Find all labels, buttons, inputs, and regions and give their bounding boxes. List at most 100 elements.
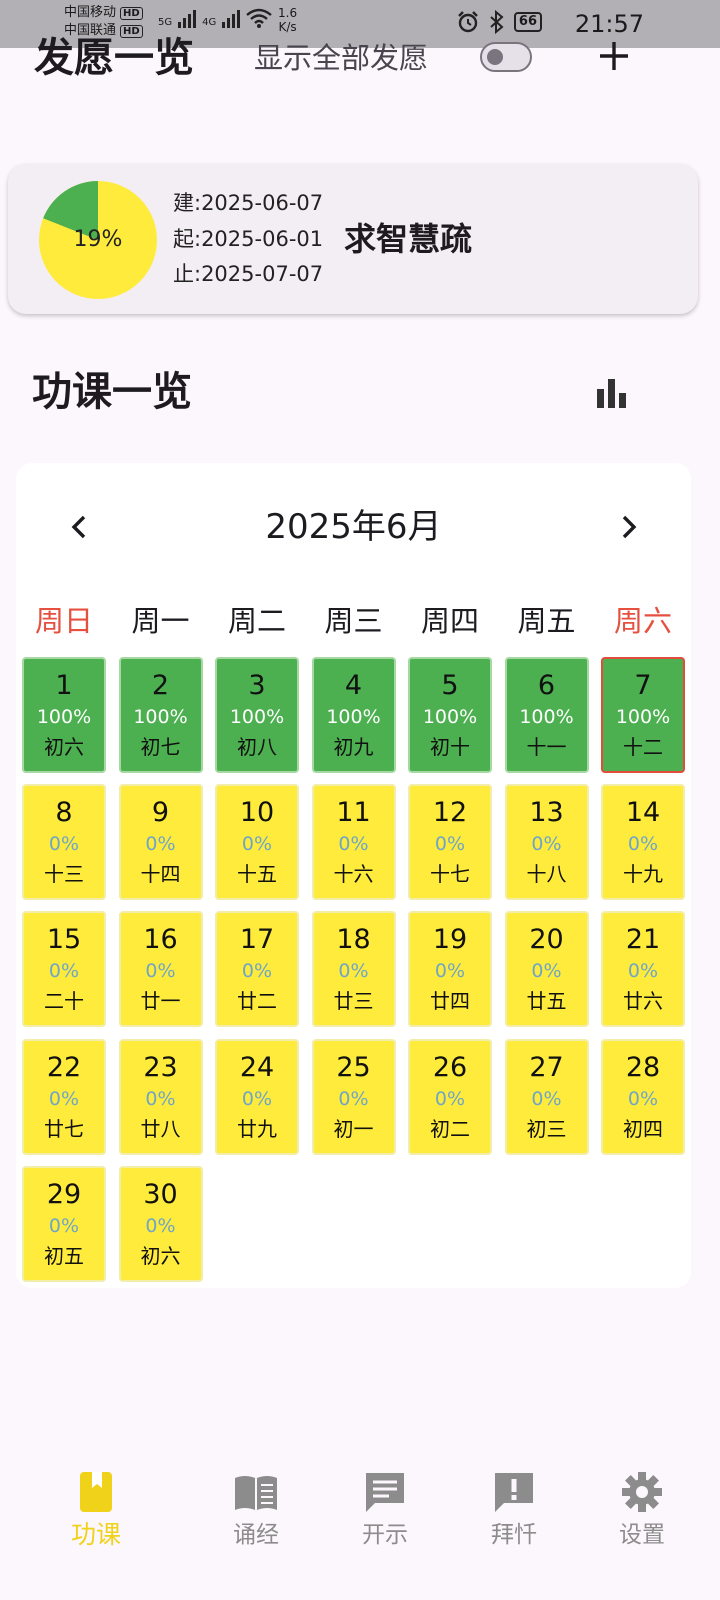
day-percent: 0%: [241, 833, 273, 855]
calendar-day[interactable]: 26 0% 初二: [408, 1039, 492, 1155]
lunar-date: 十三: [44, 862, 84, 886]
calendar-day[interactable]: 29 0% 初五: [22, 1166, 106, 1282]
calendar-day[interactable]: 21 0% 廿六: [601, 911, 685, 1027]
day-percent: 0%: [338, 960, 369, 982]
calendar-day[interactable]: 10 0% 十五: [215, 784, 299, 900]
calendar-day[interactable]: 22 0% 廿七: [22, 1039, 106, 1155]
day-number: 14: [625, 797, 661, 828]
page-title: 发愿一览: [34, 35, 194, 81]
day-percent: 0%: [434, 1088, 466, 1110]
lunar-date: 十八: [526, 862, 567, 886]
day-number: 27: [529, 1052, 564, 1083]
nav-item-settings[interactable]: 设置: [572, 1456, 712, 1566]
lunar-date: 十九: [623, 862, 663, 886]
nav-item-sutra[interactable]: 诵经: [186, 1456, 326, 1566]
open-book-icon: [235, 1476, 277, 1510]
calendar-day[interactable]: 8 0% 十三: [22, 784, 106, 900]
nav-item-repentance[interactable]: 拜忏: [444, 1456, 584, 1566]
calendar-day[interactable]: 14 0% 十九: [601, 784, 685, 900]
calendar-day[interactable]: 2 100% 初七: [118, 657, 203, 773]
progress-label: 19%: [73, 227, 123, 252]
calendar-day[interactable]: 6 100% 十一: [504, 657, 589, 773]
calendar-day[interactable]: 18 0% 廿三: [311, 911, 396, 1027]
day-number: 12: [432, 797, 468, 828]
day-number: 5: [441, 670, 459, 701]
nav-label: 功课: [70, 1520, 121, 1549]
bottom-navigation: 功课 诵经 开示 拜忏 设置: [0, 1456, 720, 1566]
calendar-day[interactable]: 23 0% 廿八: [118, 1039, 203, 1155]
lunar-date: 十五: [237, 862, 277, 886]
day-number: 2: [151, 670, 170, 701]
day-percent: 100%: [326, 706, 381, 728]
lunar-date: 十七: [430, 862, 470, 886]
nav-item-lessons[interactable]: 功课: [26, 1456, 166, 1566]
day-percent: 0%: [434, 833, 466, 855]
calendar-day[interactable]: 16 0% 廿一: [118, 911, 203, 1027]
speed-value: 1.6: [278, 6, 298, 20]
toggle-knob: [487, 49, 503, 65]
calendar-day[interactable]: 15 0% 二十: [22, 911, 106, 1027]
calendar-day[interactable]: 20 0% 廿五: [504, 911, 589, 1027]
calendar-day[interactable]: 5 100% 初十: [408, 657, 492, 773]
calendar-day[interactable]: 3 100% 初八: [215, 657, 299, 773]
lunar-date: 初二: [430, 1117, 470, 1141]
day-percent: 0%: [48, 1215, 80, 1237]
created-date: 建:2025-06-07: [173, 191, 324, 215]
day-percent: 0%: [145, 1215, 176, 1237]
calendar-day[interactable]: 30 0% 初六: [118, 1166, 203, 1282]
calendar-day[interactable]: 28 0% 初四: [601, 1039, 685, 1155]
nav-item-teaching[interactable]: 开示: [315, 1456, 455, 1566]
calendar-day[interactable]: 24 0% 廿九: [215, 1039, 299, 1155]
vow-card[interactable]: 19% 建:2025-06-07 起:2025-06-01 止:2025-07-…: [8, 164, 698, 314]
calendar-day[interactable]: 4 100% 初九: [311, 657, 396, 773]
day-number: 1: [55, 670, 73, 701]
day-number: 19: [432, 924, 468, 955]
day-percent: 0%: [241, 960, 273, 982]
section-title: 功课一览: [32, 369, 192, 415]
day-percent: 0%: [48, 1088, 80, 1110]
show-all-label: 显示全部发愿: [254, 41, 429, 75]
calendar-grid: 1 100% 初六 2 100% 初七 3 100% 初八 4 100% 初九 5 100% 初十 6 100%…: [16, 463, 691, 1288]
wifi-icon: [246, 8, 273, 28]
signal-icon: [178, 8, 197, 28]
day-number: 7: [634, 670, 652, 701]
signal-indicators: 5G 4G: [158, 8, 273, 28]
calendar-day[interactable]: 17 0% 廿二: [215, 911, 299, 1027]
add-vow-button[interactable]: [592, 34, 636, 78]
calendar-day[interactable]: 12 0% 十七: [408, 784, 492, 900]
calendar-day[interactable]: 27 0% 初三: [504, 1039, 589, 1155]
day-percent: 100%: [36, 706, 92, 728]
day-percent: 0%: [531, 1088, 562, 1110]
message-icon: [366, 1473, 404, 1512]
day-number: 4: [344, 670, 363, 701]
calendar-day[interactable]: 1 100% 初六: [22, 657, 106, 773]
day-percent: 0%: [145, 1088, 176, 1110]
day-number: 8: [55, 797, 73, 828]
calendar-day[interactable]: 11 0% 十六: [311, 784, 396, 900]
day-number: 18: [336, 924, 371, 955]
show-all-toggle[interactable]: [480, 42, 532, 72]
calendar-day[interactable]: 25 0% 初一: [311, 1039, 396, 1155]
vow-dates: 建:2025-06-07 起:2025-06-01 止:2025-07-07: [173, 186, 323, 293]
calendar-day[interactable]: 19 0% 廿四: [408, 911, 492, 1027]
carrier-1: 中国移动: [64, 5, 117, 20]
calendar-day[interactable]: 9 0% 十四: [118, 784, 203, 900]
lunar-date: 廿九: [237, 1117, 277, 1141]
bookmark-book-icon: [80, 1472, 112, 1512]
battery-icon: 66: [513, 12, 542, 32]
day-number: 22: [46, 1052, 82, 1083]
day-percent: 0%: [338, 1088, 369, 1110]
day-percent: 100%: [133, 706, 188, 728]
calendar-day[interactable]: 7 100% 十二: [601, 657, 685, 773]
calendar-day[interactable]: 13 0% 十八: [504, 784, 589, 900]
day-percent: 0%: [338, 833, 369, 855]
day-percent: 100%: [229, 706, 285, 728]
lunar-date: 初十: [430, 735, 470, 759]
lunar-date: 廿一: [140, 989, 181, 1013]
stats-button[interactable]: [590, 372, 634, 416]
day-number: 26: [432, 1052, 468, 1083]
lunar-date: 初七: [140, 735, 181, 759]
lunar-date: 十一: [526, 735, 567, 759]
lunar-date: 廿八: [140, 1117, 181, 1141]
lunar-date: 廿五: [526, 989, 567, 1013]
